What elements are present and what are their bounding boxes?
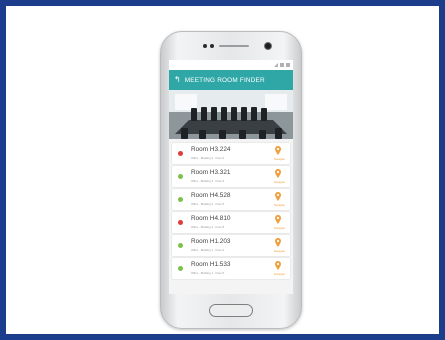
earpiece-speaker xyxy=(219,45,249,47)
room-list-item[interactable]: Room H3.321 Office · Building 3 · Floor … xyxy=(172,166,290,187)
location-pin-icon[interactable] xyxy=(275,261,281,270)
illustration-frame: ↰ MEETING ROOM FINDER Room H3.224 Office… xyxy=(0,0,445,340)
room-name: Room H3.224 xyxy=(191,146,231,153)
navigate-label[interactable]: Navigate xyxy=(274,272,285,276)
room-name: Room H3.321 xyxy=(191,169,231,176)
location-pin-icon[interactable] xyxy=(275,238,281,247)
room-list-item[interactable]: Room H4.810 Office · Building 4 · Floor … xyxy=(172,212,290,233)
room-details: Office · Building 3 · Floor 3 xyxy=(191,179,225,183)
sensor-dots xyxy=(203,44,214,48)
location-pin-icon[interactable] xyxy=(275,169,281,178)
room-list-item[interactable]: Room H3.224 Office · Building 3 · Floor … xyxy=(172,143,290,164)
room-details: Office · Building 1 · Floor 2 xyxy=(191,248,225,252)
room-details: Office · Building 3 · Floor 2 xyxy=(191,156,225,160)
home-button[interactable] xyxy=(209,304,253,317)
room-name: Room H1.203 xyxy=(191,238,231,245)
room-name: Room H4.528 xyxy=(191,192,231,199)
back-arrow-icon[interactable]: ↰ xyxy=(174,76,181,84)
status-dot-busy xyxy=(178,220,183,225)
location-pin-icon[interactable] xyxy=(275,215,281,224)
signal-icon xyxy=(274,63,278,67)
room-list-item[interactable]: Room H1.203 Office · Building 1 · Floor … xyxy=(172,235,290,256)
status-bar xyxy=(169,60,293,70)
battery-icon xyxy=(280,63,284,67)
status-dot-available xyxy=(178,197,183,202)
room-details: Office · Building 4 · Floor 5 xyxy=(191,202,225,206)
navigate-label[interactable]: Navigate xyxy=(274,249,285,253)
room-list-item[interactable]: Room H1.533 Office · Building 1 · Floor … xyxy=(172,258,290,279)
status-dot-available xyxy=(178,243,183,248)
status-dot-busy xyxy=(178,151,183,156)
room-list: Room H3.224 Office · Building 3 · Floor … xyxy=(169,139,293,279)
room-details: Office · Building 1 · Floor 5 xyxy=(191,271,225,275)
app-title: MEETING ROOM FINDER xyxy=(184,76,265,84)
meeting-room-photo xyxy=(169,90,293,139)
location-pin-icon[interactable] xyxy=(275,192,281,201)
phone-device: ↰ MEETING ROOM FINDER Room H3.224 Office… xyxy=(160,31,302,329)
room-list-item[interactable]: Room H4.528 Office · Building 4 · Floor … xyxy=(172,189,290,210)
navigate-label[interactable]: Navigate xyxy=(274,226,285,230)
room-details: Office · Building 4 · Floor 8 xyxy=(191,225,225,229)
status-dot-available xyxy=(178,266,183,271)
navigate-label[interactable]: Navigate xyxy=(274,180,285,184)
status-dot-available xyxy=(178,174,183,179)
navigate-label[interactable]: Navigate xyxy=(274,157,285,161)
navigate-label[interactable]: Navigate xyxy=(274,203,285,207)
clock-icon xyxy=(286,63,290,67)
room-name: Room H4.810 xyxy=(191,215,231,222)
location-pin-icon[interactable] xyxy=(275,146,281,155)
room-name: Room H1.533 xyxy=(191,261,231,268)
phone-screen: ↰ MEETING ROOM FINDER Room H3.224 Office… xyxy=(169,60,293,294)
app-bar: ↰ MEETING ROOM FINDER xyxy=(169,70,293,90)
front-camera-icon xyxy=(264,42,272,50)
